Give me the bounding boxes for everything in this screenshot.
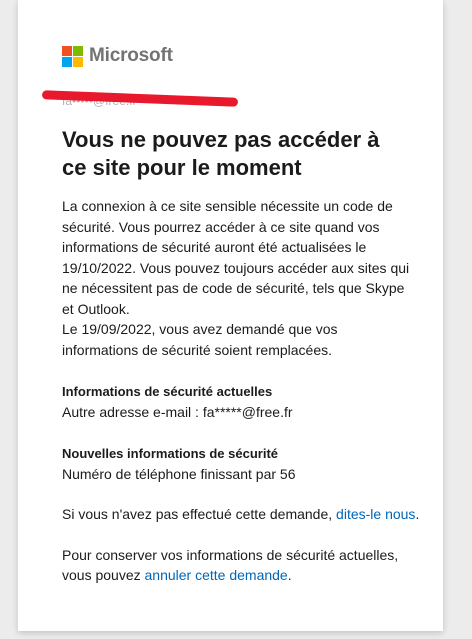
intro-paragraph: La connexion à ce site sensible nécessit…	[62, 198, 410, 317]
not-you-suffix: .	[415, 506, 420, 522]
microsoft-wordmark: Microsoft	[89, 45, 173, 66]
new-security-info: Nouvelles informations de sécurité Numér…	[62, 444, 399, 484]
microsoft-logo: Microsoft	[62, 44, 399, 68]
logo-blue-square	[62, 56, 72, 67]
keep-info-notice: Pour conserver vos informations de sécur…	[62, 545, 422, 586]
current-security-info: Informations de sécurité actuelles Autre…	[62, 382, 399, 422]
logo-green-square	[73, 45, 83, 56]
cancel-request-link[interactable]: annuler cette demande	[145, 567, 288, 583]
logo-yellow-square	[73, 56, 83, 67]
current-security-info-value: Autre adresse e-mail : fa*****@free.fr	[62, 404, 293, 420]
tell-us-link[interactable]: dites-le nous	[336, 506, 415, 522]
keep-info-suffix: .	[287, 567, 292, 583]
not-you-notice: Si vous n'avez pas effectué cette demand…	[62, 504, 422, 525]
microsoft-logo-icon	[62, 45, 83, 67]
logo-red-square	[62, 45, 72, 56]
request-date-paragraph: Le 19/09/2022, vous avez demandé que vos…	[62, 321, 338, 358]
page-title: Vous ne pouvez pas accéder à ce site pou…	[62, 127, 380, 180]
new-security-info-value: Numéro de téléphone finissant par 56	[62, 466, 296, 482]
new-security-info-title: Nouvelles informations de sécurité	[62, 446, 279, 461]
current-security-info-title: Informations de sécurité actuelles	[62, 384, 273, 399]
sign-in-card: Microsoft fa•••••@free.fr Vous ne pouvez…	[18, 0, 443, 631]
not-you-text: Si vous n'avez pas effectué cette demand…	[62, 506, 337, 522]
intro-text: La connexion à ce site sensible nécessit…	[62, 196, 412, 360]
account-identity: fa•••••@free.fr	[41, 90, 239, 108]
